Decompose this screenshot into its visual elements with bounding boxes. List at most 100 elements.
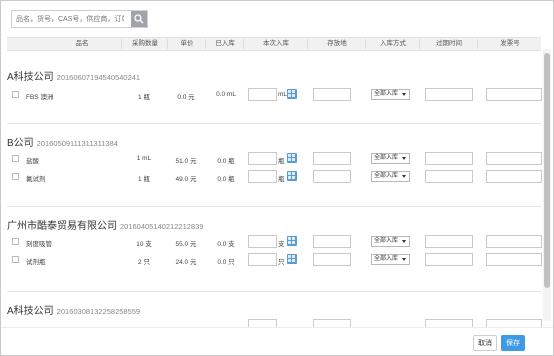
chevron-down-icon [402, 240, 406, 243]
location-input[interactable] [313, 235, 351, 248]
order-number: 20160509111311311384 [36, 139, 118, 148]
location-input[interactable] [313, 152, 351, 165]
table-header: 品名 采购数量 单价 已入库 本次入库 存放地 入库方式 过期时间 发票号 [7, 37, 541, 51]
item-price: 51.0 元 [175, 158, 197, 165]
item-received: 0.0 mL [216, 91, 236, 98]
table-row: FBS 澳洲 1 瓶 0.0 元 0.0 mL mL 全部入库 [1, 88, 542, 102]
expiry-input[interactable] [425, 253, 473, 266]
vertical-scrollbar[interactable] [543, 49, 551, 321]
supplier-title: A科技公司 20160308132258258559 [7, 302, 140, 317]
expiry-input[interactable] [425, 152, 473, 165]
item-name: 试剂瓶 [26, 259, 46, 266]
col-expiry: 过期时间 [419, 39, 478, 49]
table-row: 试剂瓶 2 只 24.0 元 0.0 只 只 全部入库 [1, 253, 542, 267]
item-price: 55.0 元 [175, 241, 197, 248]
method-value: 全部入库 [374, 155, 399, 161]
invoice-input[interactable] [486, 88, 542, 101]
order-number: 20160405140212212839 [120, 222, 204, 231]
receive-qty-input[interactable] [248, 235, 277, 248]
row-checkbox[interactable] [12, 173, 19, 180]
calculator-icon[interactable] [287, 89, 297, 99]
method-select[interactable]: 全部入库 [371, 171, 410, 182]
supplier-name: 广州市酷泰贸易有限公司 [7, 221, 117, 232]
expiry-input[interactable] [425, 235, 473, 248]
chevron-down-icon [402, 93, 406, 96]
item-name: 刻度吸管 [26, 241, 52, 248]
order-number: 20160308132258258559 [56, 307, 141, 316]
search-input[interactable] [12, 11, 128, 27]
item-qty: 10 支 [136, 241, 152, 248]
cancel-button[interactable]: 取消 [473, 335, 497, 351]
receive-qty-input[interactable] [248, 88, 277, 101]
invoice-input[interactable] [486, 170, 542, 183]
supplier-name: B公司 [7, 138, 34, 149]
location-input[interactable] [313, 253, 351, 266]
receive-qty-input[interactable] [248, 170, 277, 183]
col-qty: 采购数量 [121, 39, 168, 49]
location-input[interactable] [313, 170, 351, 183]
invoice-input[interactable] [486, 253, 542, 266]
supplier-name: A科技公司 [7, 72, 54, 83]
item-name: 盐酸 [26, 158, 39, 165]
row-checkbox[interactable] [12, 256, 19, 263]
unit-label: 支 [278, 241, 285, 248]
item-received: 0.0 支 [217, 241, 235, 248]
unit-label: 只 [278, 259, 285, 266]
method-select[interactable]: 全部入库 [371, 153, 410, 164]
item-received: 0.0 瓶 [217, 158, 235, 165]
calculator-icon[interactable] [287, 254, 297, 264]
item-qty: 1 mL [136, 155, 152, 162]
col-location: 存放地 [307, 39, 366, 49]
expiry-input[interactable] [425, 88, 473, 101]
item-qty: 1 瓶 [138, 94, 150, 101]
receive-qty-input[interactable] [248, 253, 277, 266]
calculator-icon[interactable] [287, 171, 297, 181]
dialog-footer: 取消 保存 [1, 327, 553, 355]
expiry-input[interactable] [425, 170, 473, 183]
invoice-input[interactable] [486, 152, 542, 165]
location-input[interactable] [313, 88, 351, 101]
search-box [11, 10, 148, 28]
item-name: FBS 澳洲 [26, 94, 54, 101]
method-select[interactable]: 全部入库 [371, 89, 410, 100]
chevron-down-icon [402, 157, 406, 160]
item-received: 0.0 瓶 [217, 176, 235, 183]
calculator-icon[interactable] [287, 153, 297, 163]
chevron-down-icon [402, 175, 406, 178]
item-name: 氟试剂 [26, 176, 46, 183]
col-price: 单价 [167, 39, 206, 49]
row-checkbox[interactable] [12, 238, 19, 245]
receive-qty-input[interactable] [248, 152, 277, 165]
method-select[interactable]: 全部入库 [371, 254, 410, 265]
table-row: 盐酸 1 mL 51.0 元 0.0 瓶 瓶 全部入库 [1, 152, 542, 166]
col-method: 入库方式 [365, 39, 420, 49]
table-row: 刻度吸管 10 支 55.0 元 0.0 支 支 全部入库 [1, 235, 542, 249]
unit-label: mL [278, 91, 288, 98]
unit-label: 瓶 [278, 158, 285, 165]
row-checkbox[interactable] [12, 155, 19, 162]
group-divider [7, 291, 541, 292]
supplier-title: B公司 20160509111311311384 [7, 134, 118, 149]
item-qty: 2 只 [138, 259, 150, 266]
supplier-title: 广州市酷泰贸易有限公司 20160405140212212839 [7, 217, 203, 232]
invoice-input[interactable] [486, 235, 542, 248]
item-price: 49.0 元 [175, 176, 197, 183]
calculator-icon[interactable] [287, 236, 297, 246]
item-price: 0.0 元 [177, 94, 195, 101]
item-price: 24.0 元 [175, 259, 197, 266]
scrollbar-thumb[interactable] [544, 53, 550, 288]
item-received: 0.0 只 [217, 259, 235, 266]
col-this-receive: 本次入库 [243, 39, 308, 49]
group-divider [7, 206, 541, 207]
row-checkbox[interactable] [12, 91, 19, 98]
receive-dialog: 品名 采购数量 单价 已入库 本次入库 存放地 入库方式 过期时间 发票号 A科… [0, 0, 554, 356]
group-divider [7, 123, 541, 124]
method-value: 全部入库 [374, 173, 399, 179]
method-select[interactable]: 全部入库 [371, 236, 410, 247]
item-qty: 1 瓶 [138, 176, 150, 183]
search-button[interactable] [131, 11, 147, 27]
table-row: 氟试剂 1 瓶 49.0 元 0.0 瓶 瓶 全部入库 [1, 170, 542, 184]
method-value: 全部入库 [374, 256, 399, 262]
method-value: 全部入库 [374, 91, 399, 97]
save-button[interactable]: 保存 [501, 335, 525, 351]
